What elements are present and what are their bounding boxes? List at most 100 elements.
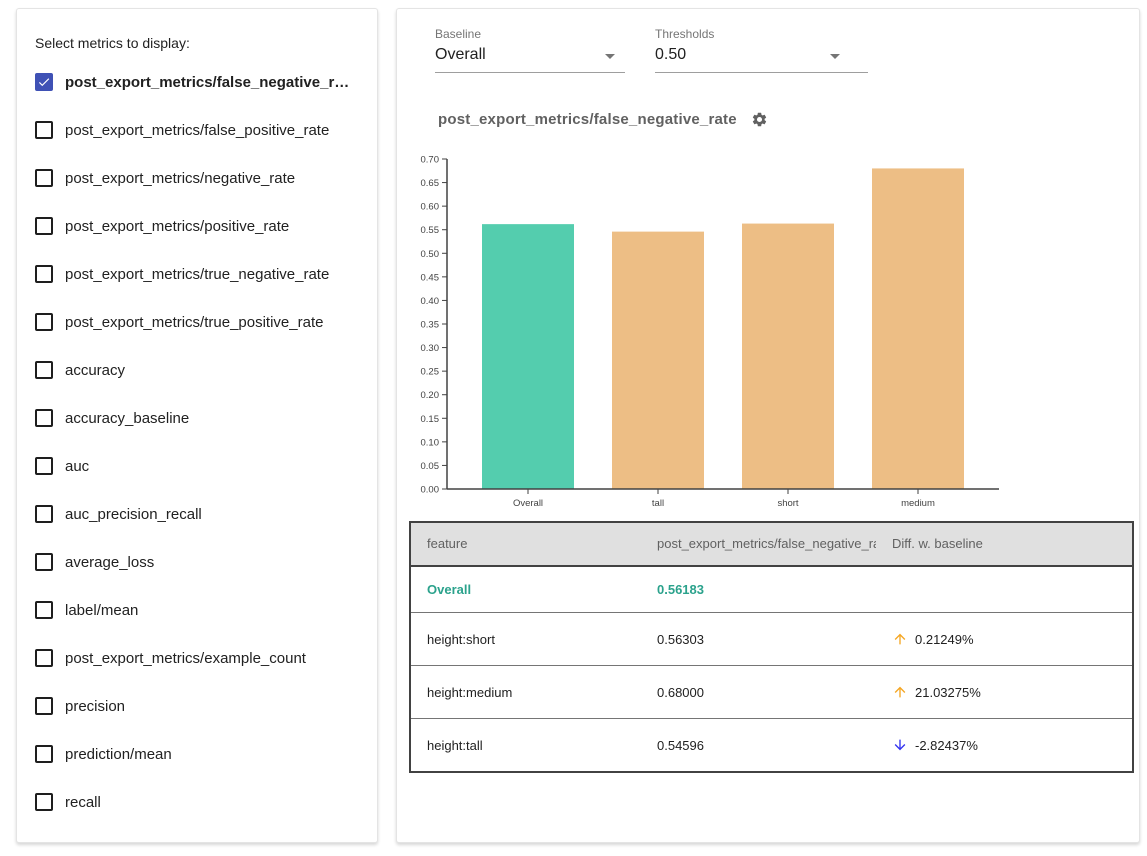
metric-value-cell: 0.56183 (641, 582, 876, 597)
metric-label: post_export_metrics/negative_rate (65, 170, 295, 187)
table-row-height:tall[interactable]: height:tall0.54596 -2.82437% (411, 718, 1132, 771)
metric-checkbox-item[interactable]: accuracy_baseline (35, 394, 363, 442)
metric-value-cell: 0.54596 (641, 738, 876, 753)
metric-checkbox-item[interactable]: post_export_metrics/positive_rate (35, 202, 363, 250)
y-axis: 0.000.050.100.150.200.250.300.350.400.45… (421, 155, 448, 496)
svg-text:0.65: 0.65 (421, 178, 440, 189)
metric-checkbox-item[interactable]: post_export_metrics/false_negative_r… (35, 58, 363, 106)
metric-checkbox-item[interactable]: post_export_metrics/negative_rate (35, 154, 363, 202)
baseline-dropdown-value[interactable]: Overall (435, 41, 625, 73)
column-header-feature: feature (411, 523, 641, 565)
checkbox-unchecked-icon[interactable] (35, 361, 53, 379)
svg-text:0.60: 0.60 (421, 202, 440, 213)
table-row-height:medium[interactable]: height:medium0.68000 21.03275% (411, 665, 1132, 718)
settings-gear-icon[interactable] (751, 111, 768, 128)
metric-label: post_export_metrics/false_negative_r… (65, 74, 349, 91)
metric-label: accuracy (65, 362, 125, 379)
checkbox-unchecked-icon[interactable] (35, 793, 53, 811)
metric-value-cell: 0.56303 (641, 632, 876, 647)
bar-short[interactable] (742, 224, 834, 489)
metric-label: label/mean (65, 602, 138, 619)
metrics-table-body: Overall0.56183height:short0.563030.21249… (411, 567, 1132, 771)
svg-text:0.10: 0.10 (421, 437, 440, 448)
baseline-dropdown[interactable]: Baseline Overall (435, 27, 625, 73)
metric-label: accuracy_baseline (65, 410, 189, 427)
metric-checkbox-item[interactable]: post_export_metrics/true_negative_rate (35, 250, 363, 298)
chart-header: post_export_metrics/false_negative_rate (438, 109, 768, 129)
svg-text:0.70: 0.70 (421, 155, 440, 166)
checkbox-unchecked-icon[interactable] (35, 745, 53, 763)
checkbox-unchecked-icon[interactable] (35, 457, 53, 475)
svg-text:0.55: 0.55 (421, 225, 440, 236)
checkbox-unchecked-icon[interactable] (35, 169, 53, 187)
bars (482, 168, 964, 489)
thresholds-dropdown[interactable]: Thresholds 0.50 (655, 27, 868, 73)
metric-checkbox-item[interactable]: precision (35, 682, 363, 730)
svg-text:Overall: Overall (513, 498, 543, 509)
checkbox-unchecked-icon[interactable] (35, 505, 53, 523)
metric-label: precision (65, 698, 125, 715)
diff-value: -2.82437% (915, 738, 978, 753)
metric-label: auc (65, 458, 89, 475)
sidebar-title: Select metrics to display: (35, 35, 363, 51)
metric-label: post_export_metrics/positive_rate (65, 218, 289, 235)
metric-bar-chart: 0.000.050.100.150.200.250.300.350.400.45… (417, 147, 1017, 515)
checkbox-unchecked-icon[interactable] (35, 313, 53, 331)
metric-label: auc_precision_recall (65, 506, 202, 523)
metric-label: recall (65, 794, 101, 811)
checkbox-unchecked-icon[interactable] (35, 601, 53, 619)
checkbox-unchecked-icon[interactable] (35, 649, 53, 667)
metric-checkbox-item[interactable]: accuracy (35, 346, 363, 394)
thresholds-dropdown-label: Thresholds (655, 27, 868, 41)
metric-checkbox-item[interactable]: post_export_metrics/example_count (35, 634, 363, 682)
metric-checkbox-item[interactable]: auc_precision_recall (35, 490, 363, 538)
checkbox-unchecked-icon[interactable] (35, 217, 53, 235)
metric-visualization-panel: Baseline Overall Thresholds 0.50 post_ex… (396, 8, 1140, 843)
feature-cell: height:medium (411, 685, 641, 700)
checkbox-unchecked-icon[interactable] (35, 553, 53, 571)
svg-text:0.25: 0.25 (421, 367, 440, 378)
bar-medium[interactable] (872, 168, 964, 489)
thresholds-dropdown-value[interactable]: 0.50 (655, 41, 868, 73)
svg-text:0.40: 0.40 (421, 296, 440, 307)
table-row-height:short[interactable]: height:short0.563030.21249% (411, 612, 1132, 665)
bar-Overall[interactable] (482, 224, 574, 489)
bar-tall[interactable] (612, 232, 704, 489)
arrow-down-icon (892, 737, 908, 753)
metric-checkbox-item[interactable]: post_export_metrics/false_positive_rate (35, 106, 363, 154)
table-row-Overall[interactable]: Overall0.56183 (411, 567, 1132, 612)
metric-checkbox-item[interactable]: label/mean (35, 586, 363, 634)
svg-text:tall: tall (652, 498, 664, 509)
metric-checkbox-item[interactable]: auc (35, 442, 363, 490)
metric-value-cell: 0.68000 (641, 685, 876, 700)
checkbox-unchecked-icon[interactable] (35, 265, 53, 283)
svg-text:medium: medium (901, 498, 935, 509)
dropdown-arrow-icon (605, 54, 615, 59)
feature-cell: Overall (411, 582, 641, 597)
metric-checkbox-item[interactable]: post_export_metrics/true_positive_rate (35, 298, 363, 346)
diff-value: 21.03275% (915, 685, 981, 700)
metrics-sidebar: Select metrics to display: post_export_m… (16, 8, 378, 843)
metric-checkbox-item[interactable]: prediction/mean (35, 730, 363, 778)
baseline-dropdown-label: Baseline (435, 27, 625, 41)
metric-label: post_export_metrics/true_negative_rate (65, 266, 329, 283)
metric-label: post_export_metrics/true_positive_rate (65, 314, 323, 331)
svg-text:0.30: 0.30 (421, 343, 440, 354)
svg-text:0.05: 0.05 (421, 461, 440, 472)
metric-checkbox-item[interactable]: average_loss (35, 538, 363, 586)
x-axis: Overalltallshortmedium (513, 489, 935, 509)
metric-label: average_loss (65, 554, 154, 571)
metric-checkbox-item[interactable]: recall (35, 778, 363, 826)
svg-text:0.15: 0.15 (421, 414, 440, 425)
checkbox-unchecked-icon[interactable] (35, 121, 53, 139)
checkbox-unchecked-icon[interactable] (35, 409, 53, 427)
checkbox-unchecked-icon[interactable] (35, 697, 53, 715)
checkbox-checked-icon[interactable] (35, 73, 53, 91)
metric-list: post_export_metrics/false_negative_r…pos… (35, 58, 363, 826)
svg-text:0.50: 0.50 (421, 249, 440, 260)
feature-cell: height:tall (411, 738, 641, 753)
feature-cell: height:short (411, 632, 641, 647)
dropdown-arrow-icon (830, 54, 840, 59)
column-header-metric-value: post_export_metrics/false_negative_rat… (641, 523, 876, 565)
diff-cell: 21.03275% (876, 684, 1132, 700)
